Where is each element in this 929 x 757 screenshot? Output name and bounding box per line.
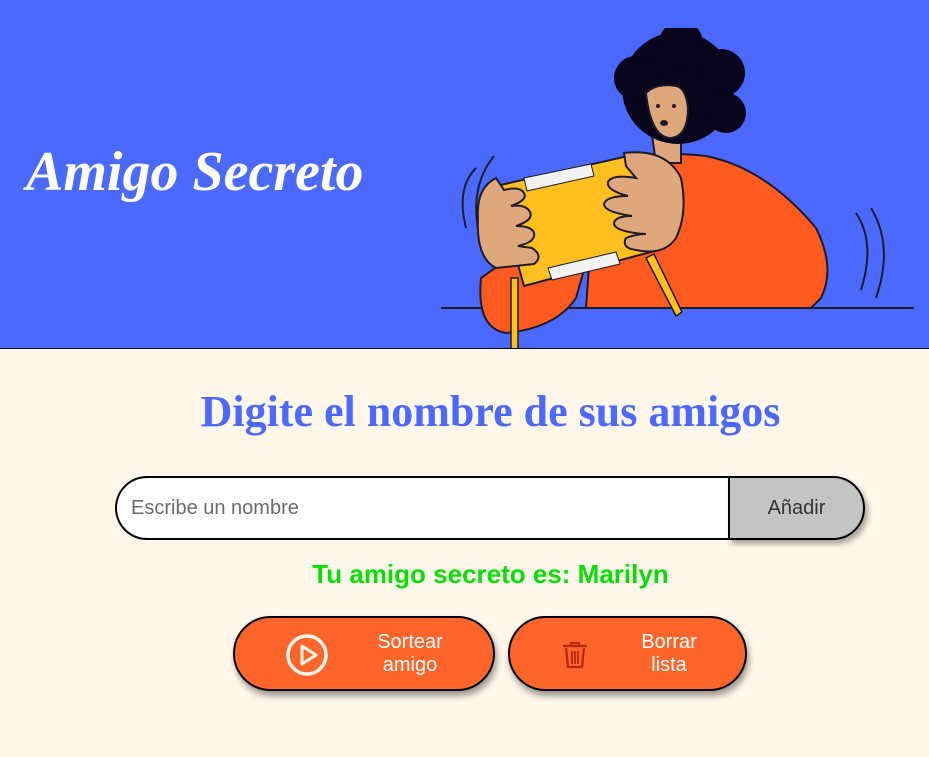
trash-icon [562, 640, 588, 670]
draw-label-line1: Sortear [377, 631, 443, 653]
result-list: Tu amigo secreto es: Marilyn [0, 559, 929, 590]
add-button[interactable]: Añadir [728, 476, 865, 540]
draw-label-line2: amigo [382, 654, 438, 676]
friend-name-input[interactable] [115, 476, 728, 540]
app-title: Amigo Secreto [26, 141, 364, 203]
clear-label-line2: lista [651, 654, 687, 676]
instructions-heading: Digite el nombre de sus amigos [200, 387, 781, 436]
draw-friend-button[interactable]: Sortear amigo [233, 616, 495, 691]
secret-friend-result: Tu amigo secreto es: Marilyn [312, 559, 669, 589]
person-shaking-gift-illustration [441, 28, 914, 348]
draw-friend-label: Sortear amigo [355, 631, 465, 677]
header-banner: Amigo Secreto [0, 0, 929, 349]
clear-list-label: Borrar lista [614, 631, 724, 677]
clear-list-button[interactable]: Borrar lista [508, 616, 747, 691]
clear-label-line1: Borrar [641, 631, 697, 653]
name-input-group: Añadir [115, 476, 865, 540]
play-circle-icon [285, 633, 329, 677]
